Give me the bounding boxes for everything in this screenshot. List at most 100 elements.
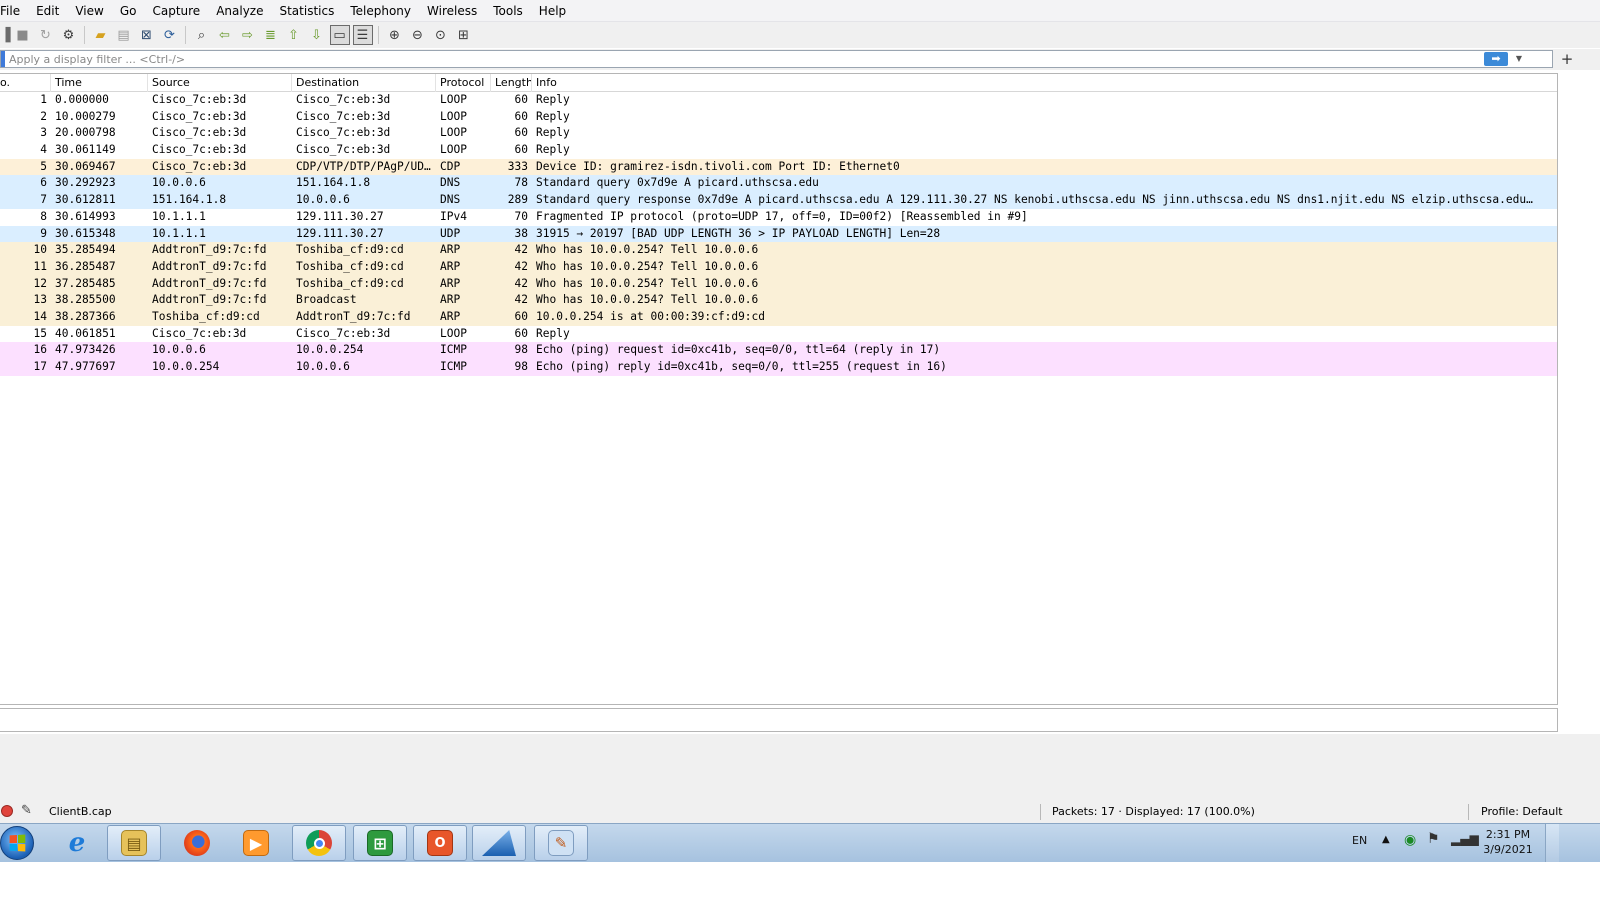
packet-cell-length: 78 [514,176,528,190]
packet-cell-source: 151.164.1.8 [152,193,227,207]
column-header-no[interactable]: o. [0,74,51,92]
taskbar-remote-desktop[interactable]: ⊞ [353,825,407,861]
packet-cell-no: 12 [33,276,47,290]
action-center-flag-icon[interactable]: ⚑ [1427,831,1440,847]
packet-bytes-pane[interactable] [0,734,1600,800]
start-capture-icon[interactable]: ▐ [1,25,11,45]
go-back-icon[interactable]: ⇦ [215,25,235,45]
packet-row[interactable]: 14 38.287366 Toshiba_cf:d9:cd AddtronT_d9:7… [0,308,1557,326]
column-header-destination[interactable]: Destination [292,74,436,92]
capture-options-icon[interactable]: ⚙ [59,25,79,45]
display-filter-input[interactable] [9,51,1469,67]
packet-row[interactable]: 4 30.061149 Cisco_7c:eb:3d Cisco_7c:eb:3d LO… [0,142,1557,159]
menu-help[interactable]: Help [531,0,574,22]
packet-cell-protocol: ARP [440,276,461,290]
autoscroll-icon[interactable]: ▭ [329,25,350,45]
filter-dropdown-chevron-icon[interactable]: ▼ [1514,52,1524,66]
packet-details-pane[interactable] [0,708,1558,732]
add-filter-button-plus-icon[interactable]: + [1560,50,1574,68]
packet-cell-info: Who has 10.0.0.254? Tell 10.0.0.6 [536,243,759,257]
show-hidden-icons-chevron-up-icon[interactable]: ▲ [1382,834,1390,845]
packet-cell-time: 38.287366 [55,309,116,323]
menu-view[interactable]: View [67,0,111,22]
column-header-time[interactable]: Time [51,74,148,92]
filter-bookmark-icon[interactable] [1,51,5,67]
taskbar-file-explorer[interactable]: ▤ [107,825,161,861]
menu-file[interactable]: File [0,0,28,22]
packet-row[interactable]: 9 30.615348 10.1.1.1 129.111.30.27 UDP 38 3191… [0,225,1557,243]
packet-cell-no: 13 [33,293,47,307]
column-header-source[interactable]: Source [148,74,292,92]
packet-cell-destination: Broadcast [296,293,357,307]
network-wifi-icon[interactable]: ◉ [1404,832,1416,848]
packet-row[interactable]: 6 30.292923 10.0.0.6 151.164.1.8 DNS 78 Standa… [0,175,1557,193]
apply-filter-arrow-icon[interactable]: ➡ [1484,52,1508,66]
packet-row[interactable]: 8 30.614993 10.1.1.1 129.111.30.27 IPv4 70 Fra… [0,208,1557,226]
expert-info-icon[interactable] [1,805,13,817]
taskbar-clock[interactable]: 2:31 PM 3/9/2021 [1474,827,1542,857]
packet-row[interactable]: 17 47.977697 10.0.0.254 10.0.0.6 ICMP 98 Echo … [0,359,1557,376]
taskbar-office[interactable]: O [413,825,467,861]
close-file-icon[interactable]: ⊠ [137,25,157,45]
packet-row[interactable]: 13 38.285500 AddtronT_d9:7c:fd Broadcast ARP… [0,292,1557,309]
zoom-out-icon[interactable]: ⊖ [408,25,428,45]
show-desktop-button[interactable] [1545,824,1559,862]
packet-row[interactable]: 1 0.000000 Cisco_7c:eb:3d Cisco_7c:eb:3d LOO… [0,92,1557,109]
zoom-normal-icon[interactable]: ⊙ [431,25,451,45]
resize-columns-icon[interactable]: ⊞ [454,25,474,45]
packet-row[interactable]: 3 20.000798 Cisco_7c:eb:3d Cisco_7c:eb:3d LO… [0,125,1557,143]
taskbar-chrome[interactable] [292,825,346,861]
menu-telephony[interactable]: Telephony [342,0,419,22]
packet-cell-destination: 129.111.30.27 [296,226,384,240]
menu-go[interactable]: Go [112,0,145,22]
zoom-in-icon[interactable]: ⊕ [385,25,405,45]
taskbar-wireshark[interactable] [472,825,526,861]
go-last-icon[interactable]: ⇩ [307,25,327,45]
reload-file-icon[interactable]: ⟳ [160,25,180,45]
packet-row[interactable]: 16 47.973426 10.0.0.6 10.0.0.254 ICMP 98 Echo … [0,342,1557,359]
packet-row[interactable]: 5 30.069467 Cisco_7c:eb:3d CDP/VTP/DTP/PAgP… [0,158,1557,176]
capture-comment-icon[interactable]: ✎ [21,803,32,818]
restart-capture-icon[interactable]: ↻ [36,25,56,45]
menu-analyze[interactable]: Analyze [208,0,271,22]
taskbar-media-player[interactable]: ▶ [229,825,283,861]
colorize-icon[interactable]: ☰ [352,25,373,45]
save-file-icon[interactable]: ▤ [114,25,134,45]
packet-row[interactable]: 12 37.285485 AddtronT_d9:7c:fd Toshiba_cf:d… [0,275,1557,293]
packet-row[interactable]: 2 10.000279 Cisco_7c:eb:3d Cisco_7c:eb:3d LO… [0,108,1557,126]
column-header-info[interactable]: Info [532,74,1556,92]
packet-row[interactable]: 7 30.612811 151.164.1.8 10.0.0.6 DNS 289 Stand… [0,192,1557,209]
menu-edit[interactable]: Edit [28,0,67,22]
menu-tools[interactable]: Tools [485,0,531,22]
menu-wireless[interactable]: Wireless [419,0,485,22]
windows-logo-icon [9,834,26,852]
menu-statistics[interactable]: Statistics [271,0,342,22]
taskbar-internet-explorer[interactable]: ℯ [50,825,104,861]
go-forward-icon[interactable]: ⇨ [238,25,258,45]
remote-desktop-icon: ⊞ [367,830,393,856]
packet-cell-time: 0.000000 [55,93,109,106]
language-indicator[interactable]: EN [1352,834,1367,847]
stop-capture-icon[interactable]: ■ [13,25,33,45]
packet-cell-no: 14 [33,309,47,323]
open-file-icon[interactable]: ▰ [91,25,111,45]
packet-row[interactable]: 10 35.285494 AddtronT_d9:7c:fd Toshiba_cf:d… [0,242,1557,259]
taskbar-firefox[interactable] [170,825,224,861]
column-header-protocol[interactable]: Protocol [436,74,491,92]
start-button[interactable] [0,826,34,860]
packet-cell-no: 15 [33,326,47,340]
packet-cell-destination: 129.111.30.27 [296,209,384,223]
taskbar-paint[interactable]: ✎ [534,825,588,861]
taskbar: ℯ ▤ ▶ ⊞ O ✎ EN ▲ ◉ ⚑ ▂▄▆ 2:31 PM 3/9/202… [0,823,1600,862]
packet-row[interactable]: 11 36.285487 AddtronT_d9:7c:fd Toshiba_cf:d… [0,258,1557,276]
go-first-icon[interactable]: ⇧ [284,25,304,45]
menu-capture[interactable]: Capture [144,0,208,22]
column-header-length[interactable]: Length [491,74,532,92]
packet-cell-source: 10.0.0.6 [152,343,206,357]
status-profile[interactable]: Profile: Default [1481,800,1563,824]
go-to-packet-icon[interactable]: ≣ [261,25,281,45]
find-packet-icon[interactable]: ⌕ [192,25,212,45]
packet-row[interactable]: 15 40.061851 Cisco_7c:eb:3d Cisco_7c:eb:3d L… [0,325,1557,343]
packet-cell-time: 47.973426 [55,343,116,357]
packet-cell-source: Toshiba_cf:d9:cd [152,309,260,323]
